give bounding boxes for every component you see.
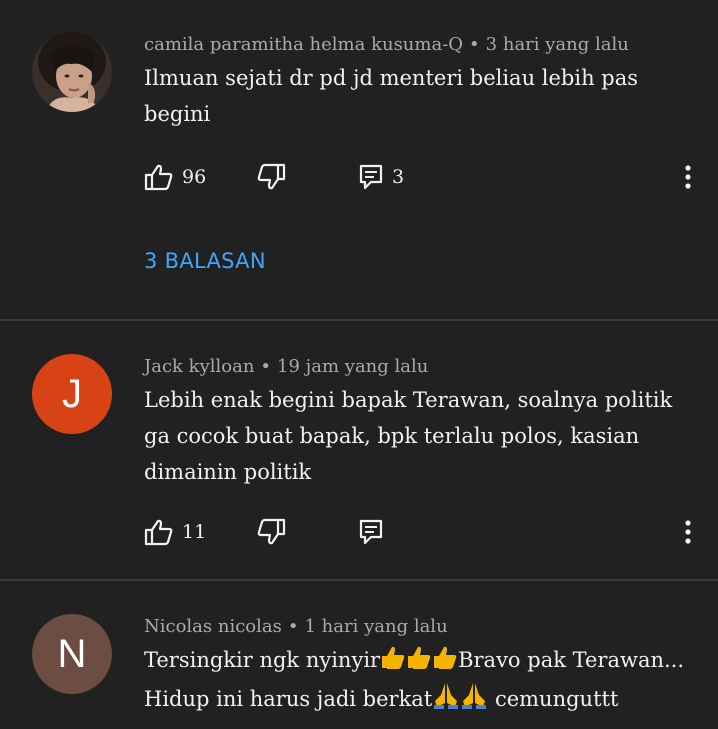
more-options-button[interactable] [674, 518, 702, 546]
comment-meta: Jack kylloan • 19 jam yang lalu [144, 356, 428, 377]
comment-text-part: Bravo pak Terawan... [458, 648, 685, 672]
dislike-button[interactable] [256, 163, 286, 191]
thumbs-down-icon [257, 518, 286, 545]
meta-separator: • [260, 356, 272, 377]
avatar-photo-icon [32, 32, 112, 112]
reply-count: 3 [392, 166, 405, 188]
avatar[interactable] [32, 32, 112, 112]
comment-time: 19 jam yang lalu [277, 356, 429, 377]
comment-meta: camila paramitha helma kusuma-Q • 3 hari y… [144, 34, 629, 55]
comment-text-part: Tersingkir ngk nyinyir [144, 648, 381, 672]
comment-item: camila paramitha helma kusuma-Q • 3 hari y… [0, 0, 718, 320]
comment-icon [359, 519, 383, 545]
dislike-button[interactable] [256, 518, 286, 546]
comment-item: N Nicolas nicolas • 1 hari yang lalu Tersi… [0, 581, 718, 729]
author-name[interactable]: Nicolas nicolas [144, 616, 282, 637]
comment-time: 1 hari yang lalu [304, 616, 448, 637]
folded-hands-emoji [432, 681, 488, 720]
comment-actions: 11 [144, 518, 704, 546]
avatar[interactable]: N [32, 614, 112, 694]
meta-separator: • [469, 34, 480, 55]
meta-separator: • [287, 616, 299, 637]
like-count: 11 [182, 521, 207, 543]
comment-meta: Nicolas nicolas • 1 hari yang lalu [144, 616, 448, 637]
reply-button[interactable]: 3 [358, 163, 404, 191]
comment-text-part: cemunguttt [488, 687, 619, 711]
like-count: 96 [182, 166, 207, 188]
thumbs-down-icon [257, 163, 286, 190]
reply-button[interactable] [358, 518, 384, 546]
folded-hands-emoji [434, 683, 487, 709]
view-replies-link[interactable]: 3 BALASAN [144, 249, 266, 273]
thumbs-up-icon [144, 164, 173, 191]
avatar-letter: J [62, 371, 82, 416]
more-vert-icon [685, 520, 691, 544]
author-name[interactable]: camila paramitha helma kusuma-Q [144, 34, 463, 55]
author-name[interactable]: Jack kylloan [144, 356, 254, 377]
more-options-button[interactable] [674, 163, 702, 191]
thumbs-up-emoji [382, 646, 457, 669]
comment-actions: 96 3 [144, 163, 704, 191]
comment-time: 3 hari yang lalu [485, 34, 629, 55]
more-vert-icon [685, 165, 691, 189]
like-button[interactable]: 96 [144, 163, 206, 191]
comment-text: Lebih enak begini bapak Terawan, soalnya… [144, 388, 673, 484]
comment-text: Ilmuan sejati dr pd jd menteri beliau le… [144, 66, 639, 126]
avatar-letter: N [57, 631, 87, 676]
comment-text-part: Hidup ini harus jadi berkat [144, 687, 433, 711]
comment-text: Tersingkir ngk nyinyir Bravo pak Terawan… [144, 642, 704, 720]
thumbs-up-emoji [380, 644, 458, 681]
like-button[interactable]: 11 [144, 518, 206, 546]
comment-icon [359, 164, 383, 190]
thumbs-up-icon [144, 519, 173, 546]
avatar[interactable]: J [32, 354, 112, 434]
comment-item: J Jack kylloan • 19 jam yang lalu Lebih en… [0, 321, 718, 579]
